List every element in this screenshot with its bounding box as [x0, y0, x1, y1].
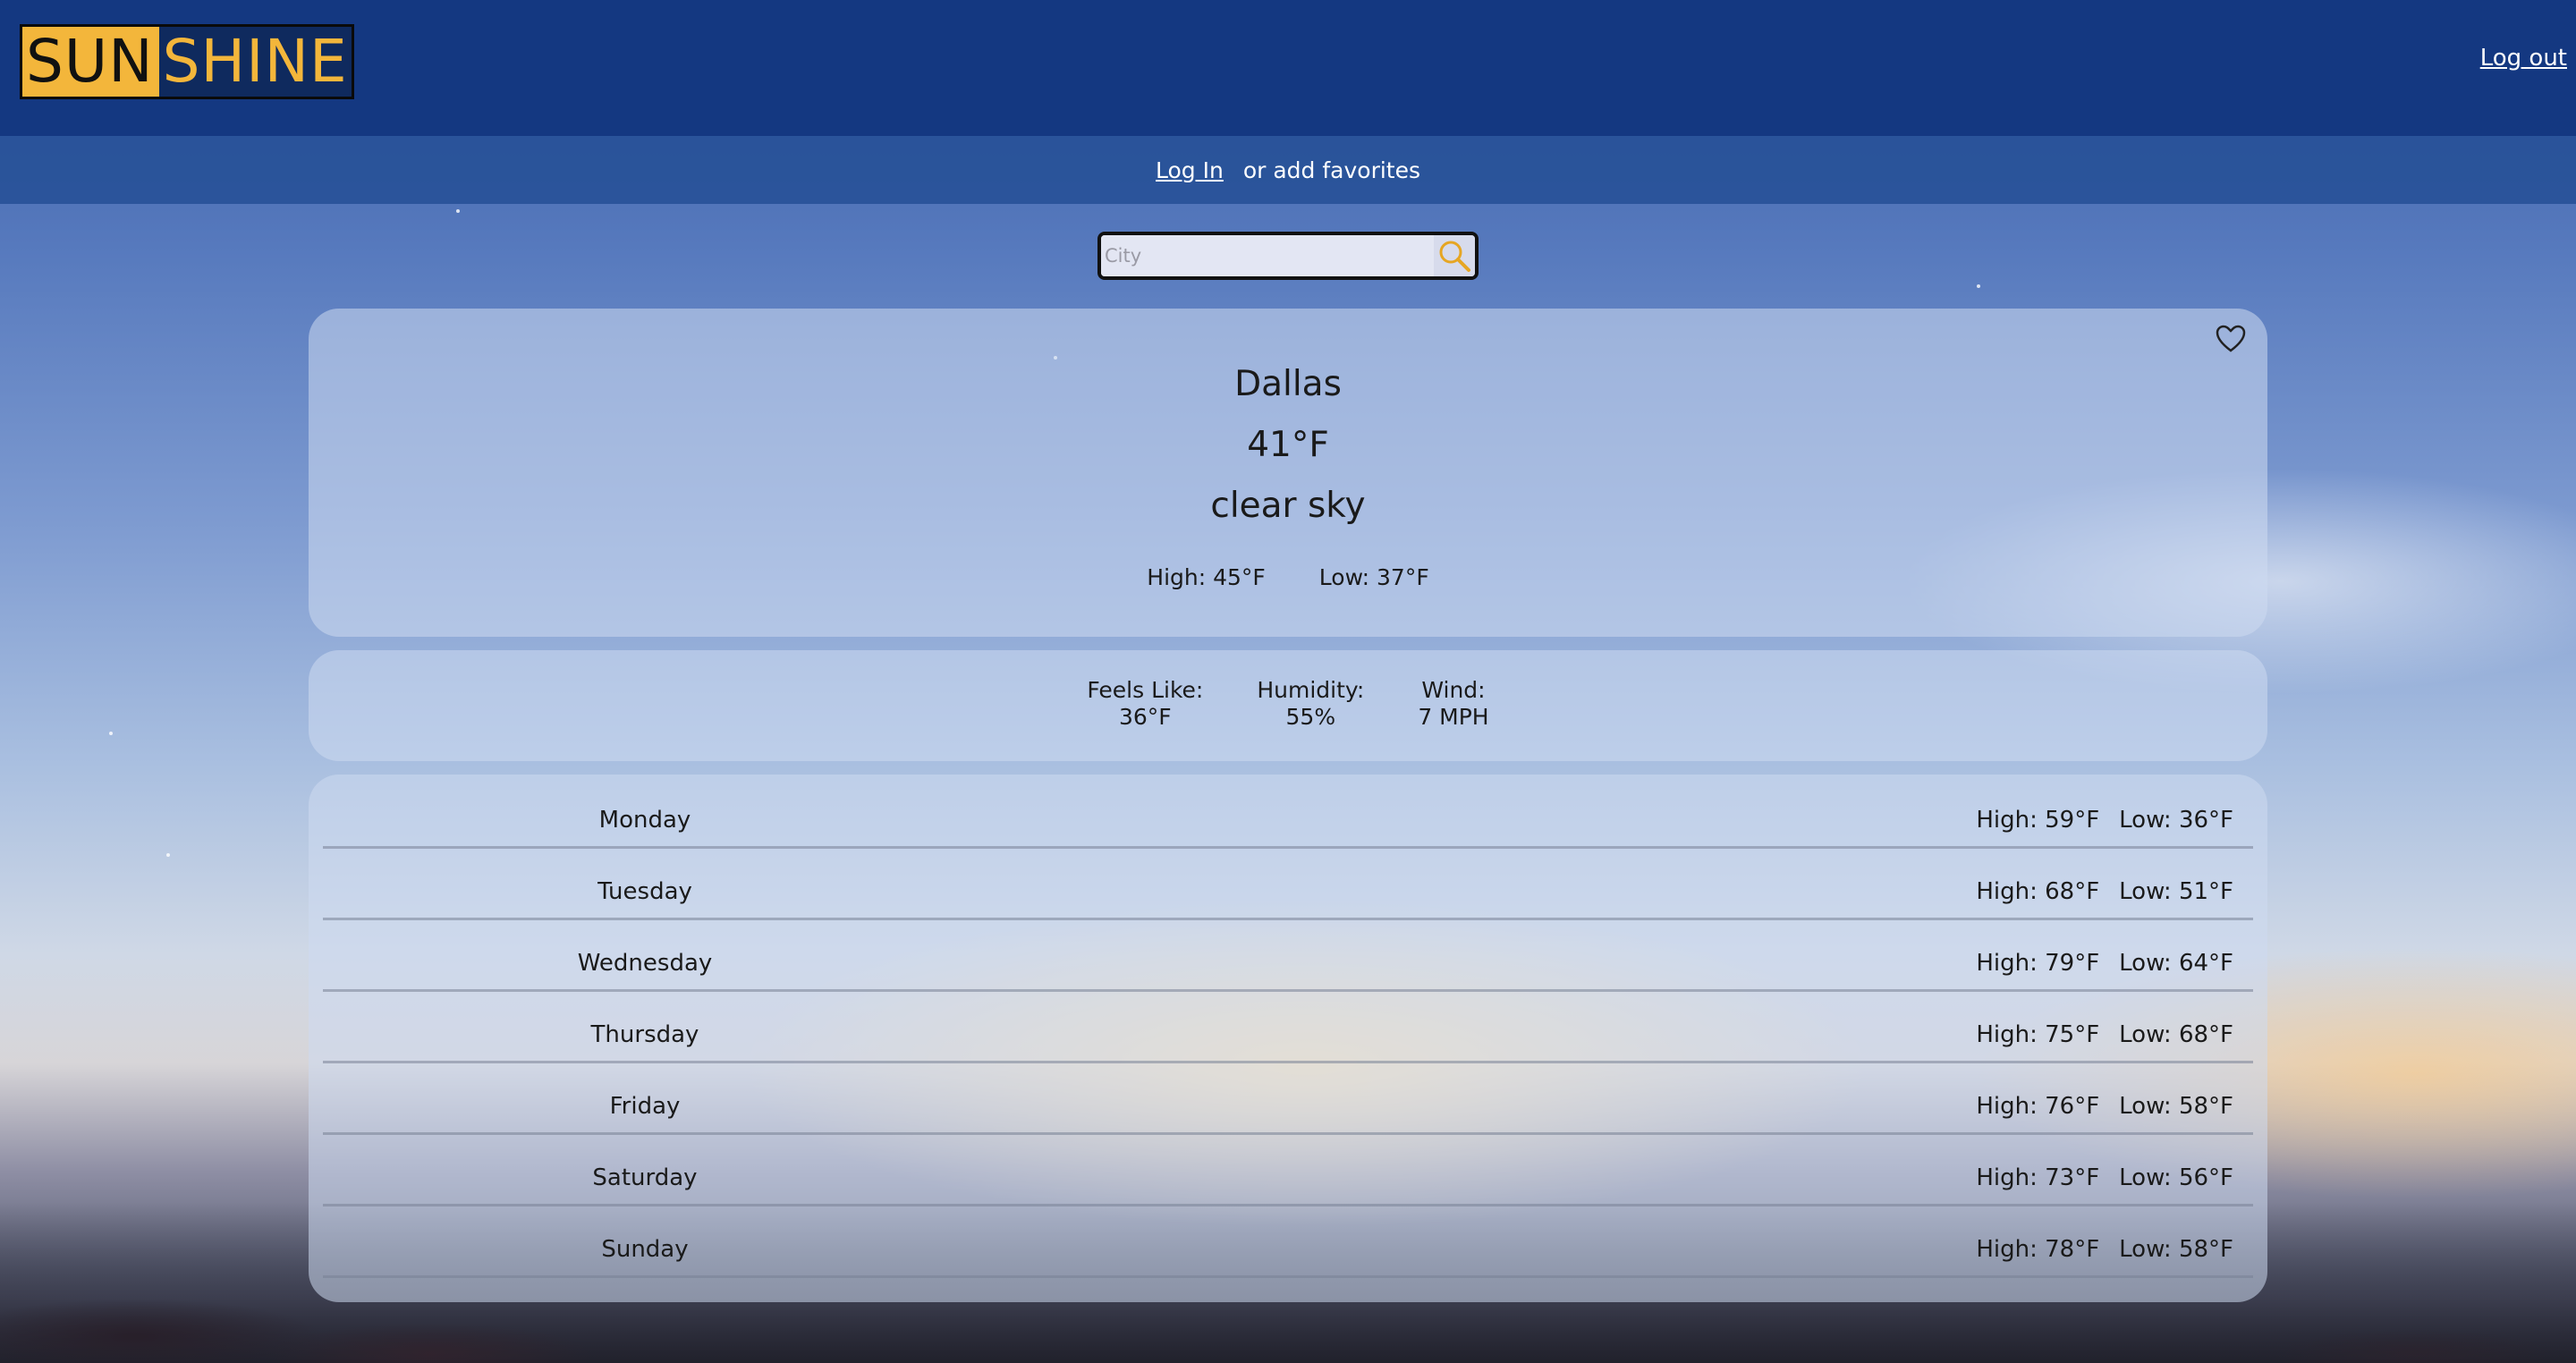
forecast-day: Monday: [598, 807, 691, 834]
weekly-forecast-card: Monday High: 59°F Low: 36°F Tuesday High:…: [309, 775, 2267, 1302]
forecast-row: Thursday High: 75°F Low: 68°F: [323, 989, 2253, 1063]
forecast-day: Thursday: [590, 1021, 699, 1048]
current-temperature: 41°F: [1247, 425, 1329, 465]
login-link[interactable]: Log In: [1156, 157, 1224, 183]
feels-like-label: Feels Like:: [1087, 677, 1204, 703]
city-name: Dallas: [1234, 364, 1342, 404]
wind-value: 7 MPH: [1418, 704, 1489, 730]
humidity-value: 55%: [1285, 704, 1336, 730]
forecast-day: Wednesday: [577, 950, 713, 977]
search-button[interactable]: [1434, 235, 1475, 276]
forecast-low: Low: 58°F: [2119, 1093, 2233, 1120]
feels-like: Feels Like: 36°F: [1087, 677, 1203, 731]
forecast-high: High: 73°F: [1976, 1164, 2100, 1191]
forecast-day: Friday: [609, 1093, 681, 1120]
forecast-high: High: 75°F: [1976, 1021, 2100, 1048]
add-favorites-text: or add favorites: [1242, 157, 1420, 183]
wind-label: Wind:: [1421, 677, 1486, 703]
sunshine-logo[interactable]: SUN SHINE: [20, 24, 354, 99]
search-icon: [1439, 241, 1470, 272]
forecast-day: Saturday: [592, 1164, 698, 1191]
forecast-row: Tuesday High: 68°F Low: 51°F: [323, 846, 2253, 920]
humidity: Humidity: 55%: [1257, 677, 1364, 731]
logo-sun-text: SUN: [22, 27, 159, 97]
forecast-low: Low: 68°F: [2119, 1021, 2233, 1048]
logo-shine-text: SHINE: [158, 27, 352, 97]
forecast-row: Wednesday High: 79°F Low: 64°F: [323, 918, 2253, 992]
forecast-low: Low: 58°F: [2119, 1236, 2233, 1263]
forecast-high: High: 59°F: [1976, 807, 2100, 834]
forecast-high: High: 68°F: [1976, 878, 2100, 905]
city-search: [1097, 232, 1479, 280]
today-high: High: 45°F: [1147, 564, 1266, 590]
forecast-row: Sunday High: 78°F Low: 58°F: [323, 1204, 2253, 1278]
top-bar: SUN SHINE Log out: [0, 0, 2576, 136]
forecast-high: High: 78°F: [1976, 1236, 2100, 1263]
forecast-high: High: 79°F: [1976, 950, 2100, 977]
forecast-low: Low: 51°F: [2119, 878, 2233, 905]
humidity-label: Humidity:: [1257, 677, 1365, 703]
forecast-high: High: 76°F: [1976, 1093, 2100, 1120]
forecast-day: Tuesday: [597, 878, 692, 905]
city-search-input[interactable]: [1101, 235, 1434, 276]
wind: Wind: 7 MPH: [1418, 677, 1488, 731]
today-low: Low: 37°F: [1318, 564, 1429, 590]
today-high-low: High: 45°F Low: 37°F: [309, 564, 2267, 590]
feels-like-value: 36°F: [1119, 704, 1172, 730]
current-weather-card: Dallas 41°F clear sky High: 45°F Low: 37…: [309, 309, 2267, 637]
weather-description: clear sky: [1210, 486, 1366, 526]
forecast-low: Low: 64°F: [2119, 950, 2233, 977]
forecast-low: Low: 56°F: [2119, 1164, 2233, 1191]
forecast-row: Friday High: 76°F Low: 58°F: [323, 1061, 2253, 1135]
forecast-row: Monday High: 59°F Low: 36°F: [323, 775, 2253, 849]
heart-icon: [2216, 325, 2246, 352]
weather-details-card: Feels Like: 36°F Humidity: 55% Wind: 7 M…: [309, 650, 2267, 761]
login-bar: Log In or add favorites: [0, 136, 2576, 204]
forecast-row: Saturday High: 73°F Low: 56°F: [323, 1132, 2253, 1206]
logout-link[interactable]: Log out: [2480, 45, 2567, 72]
favorite-button[interactable]: [2216, 325, 2246, 357]
forecast-day: Sunday: [601, 1236, 689, 1263]
forecast-low: Low: 36°F: [2119, 807, 2233, 834]
